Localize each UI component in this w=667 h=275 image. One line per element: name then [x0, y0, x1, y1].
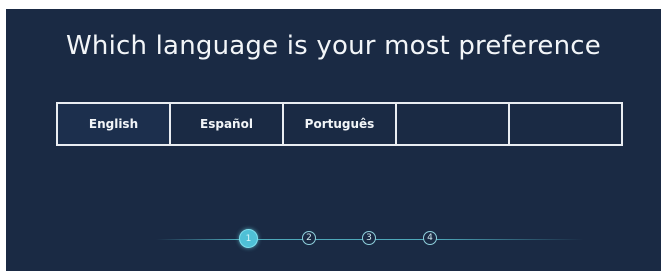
- page-title: Which language is your most preference: [65, 31, 601, 61]
- stepper-line-right: [436, 239, 584, 240]
- language-option-empty-5[interactable]: [510, 104, 621, 144]
- language-setup-screen: Which language is your most preference E…: [6, 9, 661, 271]
- stepper-line-left: [156, 239, 238, 240]
- step-4[interactable]: 4: [423, 231, 437, 245]
- language-option-espanol[interactable]: Español: [171, 104, 284, 144]
- language-option-english[interactable]: English: [58, 104, 171, 144]
- language-options: English Español Português: [56, 102, 623, 146]
- stepper-line: [238, 239, 436, 240]
- language-option-empty-4[interactable]: [397, 104, 510, 144]
- step-2[interactable]: 2: [302, 231, 316, 245]
- setup-progress-stepper: 1 2 3 4: [6, 229, 661, 248]
- step-3[interactable]: 3: [362, 231, 376, 245]
- step-1[interactable]: 1: [239, 229, 258, 248]
- language-option-portugues[interactable]: Português: [284, 104, 397, 144]
